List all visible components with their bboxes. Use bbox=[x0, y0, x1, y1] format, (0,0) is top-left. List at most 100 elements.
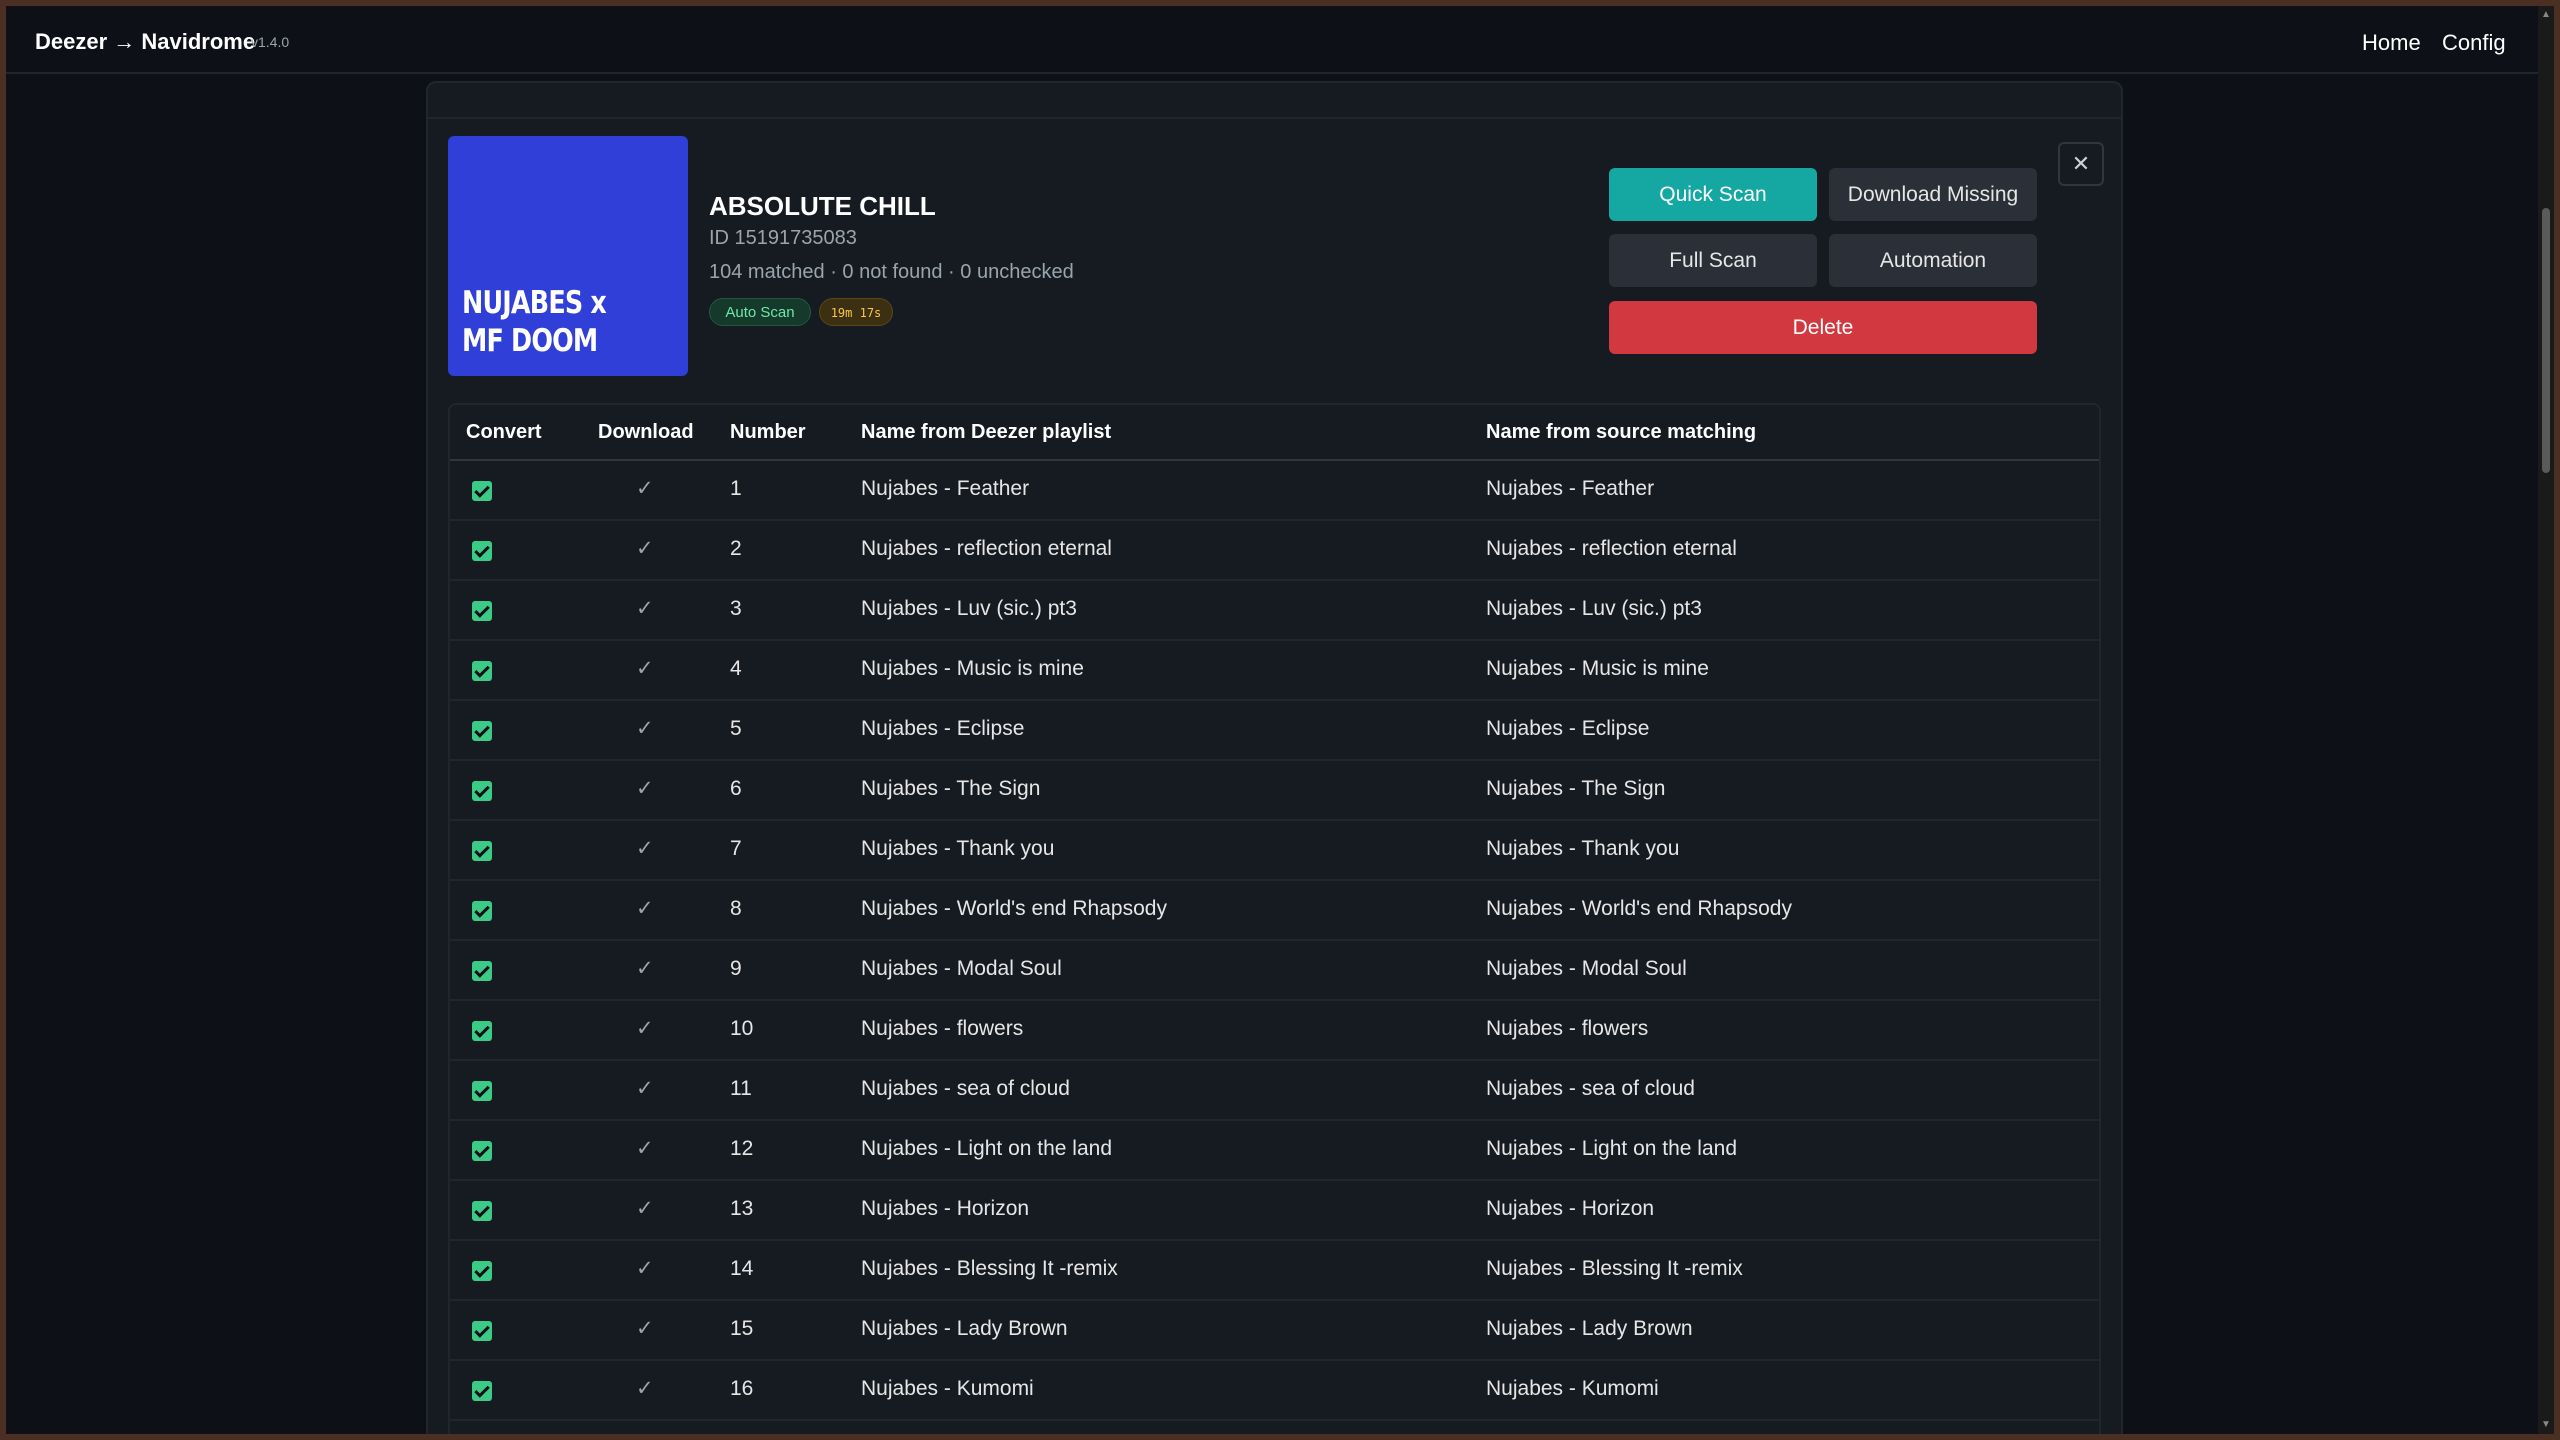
download-check-icon: ✓ bbox=[636, 1197, 654, 1220]
source-track-name: Nujabes - Light on the land bbox=[1486, 1137, 1738, 1160]
automation-button[interactable]: Automation bbox=[1829, 234, 2037, 287]
convert-checkbox[interactable] bbox=[472, 1261, 492, 1281]
track-number: 14 bbox=[730, 1257, 754, 1280]
track-number: 4 bbox=[730, 657, 742, 680]
download-check-icon: ✓ bbox=[636, 1377, 654, 1400]
playlist-stats: 104 matched · 0 not found · 0 unchecked bbox=[709, 261, 1074, 283]
deezer-track-name: Nujabes - Kumomi bbox=[861, 1377, 1034, 1400]
deezer-track-name: Nujabes - Light on the land bbox=[861, 1137, 1113, 1160]
table-row: ✓ 4 Nujabes - Music is mine Nujabes - Music… bbox=[450, 641, 2099, 701]
track-number: 8 bbox=[730, 897, 742, 920]
quick-scan-button[interactable]: Quick Scan bbox=[1609, 168, 1817, 221]
table-row: ✓ 3 Nujabes - Luv (sic.) pt3 Nujabes - Luv … bbox=[450, 581, 2099, 641]
table-row: ✓ 1 Nujabes - Feather Nujabes - Feather bbox=[450, 461, 2099, 521]
track-number: 9 bbox=[730, 957, 742, 980]
source-track-name: Nujabes - Modal Soul bbox=[1486, 957, 1687, 980]
convert-checkbox[interactable] bbox=[472, 1381, 492, 1401]
table-body: ✓ 1 Nujabes - Feather Nujabes - Feather ✓ 2 Nu… bbox=[450, 461, 2099, 1434]
deezer-track-name: Nujabes - reflection eternal bbox=[861, 537, 1112, 560]
download-check-icon: ✓ bbox=[636, 657, 654, 680]
download-check-icon: ✓ bbox=[636, 1137, 654, 1160]
convert-checkbox[interactable] bbox=[472, 481, 492, 501]
close-icon[interactable]: ✕ bbox=[2058, 142, 2104, 186]
header-deezer-name: Name from Deezer playlist bbox=[861, 421, 1112, 443]
table-row: ✓ 14 Nujabes - Blessing It -remix Nujabes -… bbox=[450, 1241, 2099, 1301]
table-row: ✓ 16 Nujabes - Kumomi Nujabes - Kumomi bbox=[450, 1361, 2099, 1421]
source-track-name: Nujabes - The Sign bbox=[1486, 777, 1666, 800]
deezer-track-name: Nujabes - Eclipse bbox=[861, 717, 1025, 740]
cover-text: NUJABES x MF DOOM bbox=[462, 285, 607, 359]
full-scan-button[interactable]: Full Scan bbox=[1609, 234, 1817, 287]
table-row: ✓ 8 Nujabes - World's end Rhapsody Nujabes … bbox=[450, 881, 2099, 941]
convert-checkbox[interactable] bbox=[472, 1321, 492, 1341]
track-number: 13 bbox=[730, 1197, 754, 1220]
convert-checkbox[interactable] bbox=[472, 721, 492, 741]
app-title[interactable]: Deezer → Navidrome bbox=[35, 29, 255, 55]
convert-checkbox[interactable] bbox=[472, 1201, 492, 1221]
deezer-track-name: Nujabes - Horizon bbox=[861, 1197, 1030, 1220]
table-row: ✓ 7 Nujabes - Thank you Nujabes - Thank you bbox=[450, 821, 2099, 881]
nav-home-link[interactable]: Home bbox=[2362, 30, 2421, 56]
download-check-icon: ✓ bbox=[636, 717, 654, 740]
convert-checkbox[interactable] bbox=[472, 1021, 492, 1041]
source-track-name: Nujabes - Eclipse bbox=[1486, 717, 1650, 740]
nav-config-link[interactable]: Config bbox=[2442, 30, 2506, 56]
table-row: ✓17Nujabes - Highs 2 LowsNujabes - Highs… bbox=[450, 1421, 2099, 1434]
track-number: 7 bbox=[730, 837, 742, 860]
download-missing-button[interactable]: Download Missing bbox=[1829, 168, 2037, 221]
source-track-name: Nujabes - Blessing It -remix bbox=[1486, 1257, 1743, 1280]
table-row: ✓ 10 Nujabes - flowers Nujabes - flowers bbox=[450, 1001, 2099, 1061]
deezer-track-name: Nujabes - Blessing It -remix bbox=[861, 1257, 1118, 1280]
source-track-name: Nujabes - Horizon bbox=[1486, 1197, 1655, 1220]
convert-checkbox[interactable] bbox=[472, 661, 492, 681]
header-source-name: Name from source matching bbox=[1486, 421, 1757, 443]
header-number: Number bbox=[730, 421, 806, 443]
convert-checkbox[interactable] bbox=[472, 601, 492, 621]
convert-checkbox[interactable] bbox=[472, 961, 492, 981]
convert-checkbox[interactable] bbox=[472, 1081, 492, 1101]
delete-button[interactable]: Delete bbox=[1609, 301, 2037, 354]
scroll-down-arrow-icon[interactable]: ▼ bbox=[2539, 1418, 2553, 1432]
table-row: ✓ 13 Nujabes - Horizon Nujabes - Horizon bbox=[450, 1181, 2099, 1241]
source-track-name: Nujabes - Thank you bbox=[1486, 837, 1680, 860]
download-check-icon: ✓ bbox=[636, 1257, 654, 1280]
track-number: 2 bbox=[730, 537, 742, 560]
deezer-track-name: Nujabes - Lady Brown bbox=[861, 1317, 1068, 1340]
scroll-up-arrow-icon[interactable]: ▲ bbox=[2539, 8, 2553, 22]
panel-top-strip bbox=[428, 83, 2121, 119]
download-check-icon: ✓ bbox=[636, 957, 654, 980]
table-header: Convert Download Number Name from Deezer… bbox=[450, 405, 2099, 461]
scroll-thumb[interactable] bbox=[2542, 208, 2550, 473]
track-number: 15 bbox=[730, 1317, 754, 1340]
track-number: 10 bbox=[730, 1017, 754, 1040]
source-track-name: Nujabes - World's end Rhapsody bbox=[1486, 897, 1792, 920]
source-track-name: Nujabes - Feather bbox=[1486, 477, 1655, 500]
deezer-track-name: Nujabes - Music is mine bbox=[861, 657, 1084, 680]
convert-checkbox[interactable] bbox=[472, 541, 492, 561]
table-row: ✓ 2 Nujabes - reflection eternal Nujabes - … bbox=[450, 521, 2099, 581]
source-track-name: Nujabes - Music is mine bbox=[1486, 657, 1709, 680]
deezer-track-name: Nujabes - Feather bbox=[861, 477, 1030, 500]
download-check-icon: ✓ bbox=[636, 897, 654, 920]
download-check-icon: ✓ bbox=[636, 1317, 654, 1340]
deezer-track-name: Nujabes - sea of cloud bbox=[861, 1077, 1070, 1100]
playlist-cover: NUJABES x MF DOOM bbox=[448, 136, 688, 376]
download-check-icon: ✓ bbox=[636, 837, 654, 860]
source-track-name: Nujabes - flowers bbox=[1486, 1017, 1649, 1040]
deezer-track-name: Nujabes - The Sign bbox=[861, 777, 1041, 800]
convert-checkbox[interactable] bbox=[472, 841, 492, 861]
convert-checkbox[interactable] bbox=[472, 901, 492, 921]
track-number: 3 bbox=[730, 597, 742, 620]
app-window: Deezer → Navidrome v1.4.0 Home Config NU… bbox=[6, 6, 2554, 1434]
timer-badge: 19m 17s bbox=[819, 298, 893, 326]
page-scrollbar[interactable]: ▲ ▼ bbox=[2538, 6, 2554, 1434]
version-label: v1.4.0 bbox=[251, 34, 290, 50]
source-track-name: Nujabes - Luv (sic.) pt3 bbox=[1486, 597, 1702, 620]
download-check-icon: ✓ bbox=[636, 537, 654, 560]
track-number: 6 bbox=[730, 777, 742, 800]
table-row: ✓ 6 Nujabes - The Sign Nujabes - The Sign bbox=[450, 761, 2099, 821]
convert-checkbox[interactable] bbox=[472, 1141, 492, 1161]
convert-checkbox[interactable] bbox=[472, 781, 492, 801]
table-row: ✓ 15 Nujabes - Lady Brown Nujabes - Lady Br… bbox=[450, 1301, 2099, 1361]
table-row: ✓ 12 Nujabes - Light on the land Nujabes - … bbox=[450, 1121, 2099, 1181]
